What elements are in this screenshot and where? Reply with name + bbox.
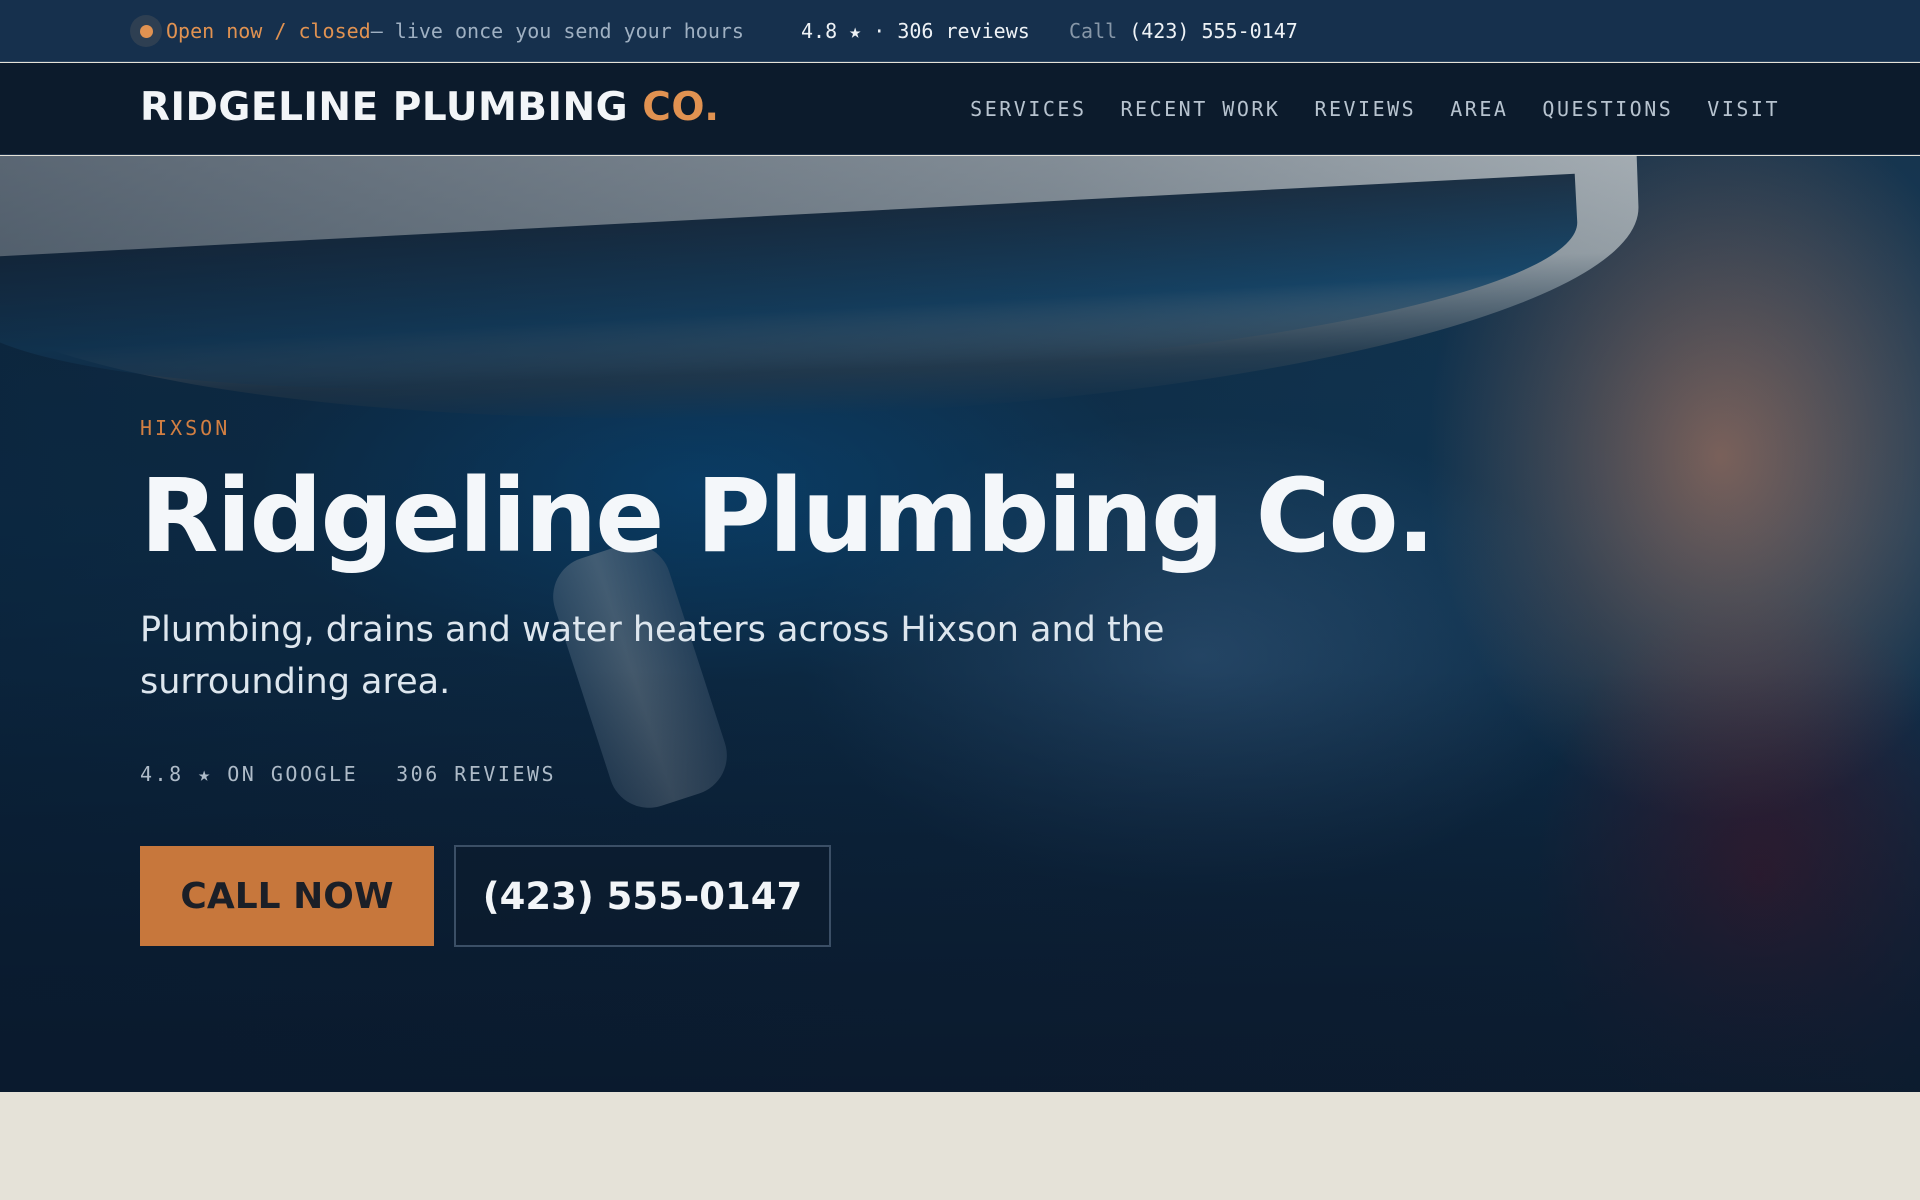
call-now-button[interactable]: CALL NOW	[140, 846, 434, 946]
nav-link-area[interactable]: AREA	[1450, 97, 1508, 121]
brand-logo[interactable]: RIDGELINE PLUMBING CO.	[140, 85, 720, 130]
status-note: — live once you send your hours	[370, 19, 744, 43]
brand-name: RIDGELINE PLUMBING	[140, 85, 629, 130]
nav-links: SERVICES RECENT WORK REVIEWS AREA QUESTI…	[970, 97, 1780, 121]
nav-link-reviews[interactable]: REVIEWS	[1314, 97, 1416, 121]
hero-rating-meta: 4.8 ★ ON GOOGLE 306 REVIEWS	[140, 762, 556, 786]
status-indicator	[130, 15, 162, 47]
brand-accent: CO.	[642, 85, 720, 130]
nav-link-recent-work[interactable]: RECENT WORK	[1120, 97, 1280, 121]
phone-number-button[interactable]: (423) 555-0147	[454, 845, 831, 947]
nav-link-visit[interactable]: VISIT	[1707, 97, 1780, 121]
next-section	[0, 1092, 1920, 1200]
hero-location: HIXSON	[140, 416, 231, 440]
top-call-link[interactable]: Call (423) 555-0147	[1069, 19, 1298, 43]
nav-link-questions[interactable]: QUESTIONS	[1542, 97, 1673, 121]
business-hours-status: Open now / closed — live once you send y…	[130, 15, 744, 47]
call-number[interactable]: (423) 555-0147	[1129, 19, 1298, 43]
hero-subtitle: Plumbing, drains and water heaters acros…	[140, 610, 1165, 702]
status-open-text: Open now / closed	[166, 19, 371, 43]
status-dot-icon	[139, 24, 153, 38]
hero-title: Ridgeline Plumbing Co.	[140, 457, 1435, 576]
hero-review-count: 306 REVIEWS	[396, 762, 557, 786]
top-status-bar: Open now / closed — live once you send y…	[0, 0, 1920, 62]
nav-link-services[interactable]: SERVICES	[970, 97, 1086, 121]
hero-section: HIXSON Ridgeline Plumbing Co. Plumbing, …	[0, 156, 1920, 1092]
hero-google-rating: 4.8 ★ ON GOOGLE	[140, 762, 359, 786]
top-rating: 4.8 ★ · 306 reviews	[801, 19, 1030, 43]
main-nav: RIDGELINE PLUMBING CO. SERVICES RECENT W…	[0, 63, 1920, 155]
call-label: Call	[1069, 19, 1118, 43]
